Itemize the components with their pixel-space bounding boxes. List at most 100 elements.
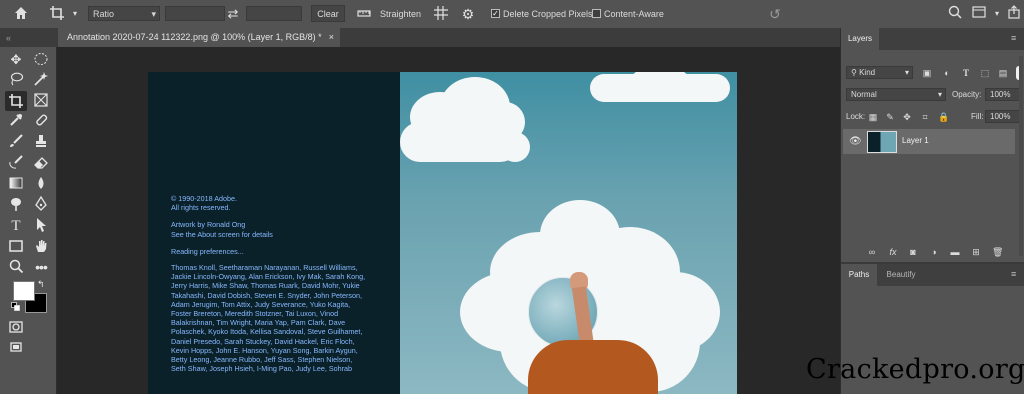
magic-wand-tool-icon[interactable] — [32, 71, 50, 89]
delete-cropped-checkbox[interactable]: ✓ — [491, 9, 500, 18]
splash-image: © 1990-2018 Adobe. All rights reserved. … — [148, 72, 737, 394]
move-tool-icon[interactable]: ✥ — [7, 51, 25, 69]
layer-row[interactable]: 👁 Layer 1 — [843, 129, 1015, 154]
options-bar: ▾ Ratio ▾ ⇄ Clear Straighten ⚙ ✓ Delete … — [0, 0, 1024, 29]
chevron-down-icon: ▾ — [904, 68, 909, 77]
credits-line: Takahashi, David Dobish, Steven E. Snyde… — [171, 290, 362, 300]
workspace-icon[interactable] — [970, 5, 988, 23]
filter-adjustment-icon[interactable]: ◐ — [942, 68, 952, 78]
layer-filter-select[interactable]: ⚲ Kind ▾ — [846, 66, 913, 79]
eyedropper-tool-icon[interactable] — [7, 112, 25, 130]
straighten-icon[interactable] — [355, 5, 373, 23]
dodge-tool-icon[interactable] — [7, 196, 25, 214]
type-tool-icon[interactable]: T — [7, 217, 25, 235]
screen-mode-icon[interactable] — [7, 339, 25, 357]
clone-stamp-tool-icon[interactable] — [32, 133, 50, 151]
lock-transparent-icon[interactable]: ▦ — [868, 112, 878, 122]
credits-line: Foster Brereton, Meredith Stotzner, Tai … — [171, 309, 339, 319]
reset-icon[interactable]: ↺ — [766, 5, 784, 23]
tab-paths[interactable]: Paths — [841, 264, 877, 286]
sweater-shape — [528, 340, 658, 394]
default-colors-icon[interactable] — [11, 302, 20, 311]
pen-tool-icon[interactable] — [32, 195, 50, 214]
share-icon[interactable] — [1005, 5, 1023, 23]
swap-colors-icon[interactable]: ↰ — [37, 279, 45, 290]
lock-position-icon[interactable]: ✥ — [902, 112, 912, 122]
lock-all-icon[interactable]: 🔒 — [938, 112, 949, 122]
straighten-label[interactable]: Straighten — [380, 8, 421, 20]
marquee-tool-icon[interactable] — [32, 51, 50, 69]
splash-artwork-photo — [400, 72, 737, 394]
filter-type-icon[interactable]: T — [961, 68, 971, 78]
filter-smart-object-icon[interactable]: ▤ — [998, 68, 1008, 78]
fill-input[interactable]: 100% — [985, 110, 1021, 123]
panel-menu-icon[interactable]: ≡ — [1011, 269, 1016, 279]
scrollbar[interactable] — [1019, 56, 1023, 256]
tab-layers[interactable]: Layers — [841, 28, 879, 50]
grid-overlay-icon[interactable] — [432, 5, 450, 23]
frame-tool-icon[interactable] — [32, 92, 50, 110]
artwork-text: Artwork by Ronald Ong — [171, 220, 246, 230]
blend-mode-select[interactable]: Normal ▾ — [846, 88, 946, 101]
layer-filter-label: Kind — [859, 68, 876, 77]
zoom-tool-icon[interactable] — [7, 258, 25, 276]
home-icon[interactable] — [12, 5, 30, 23]
brush-tool-icon[interactable] — [7, 133, 25, 151]
lock-image-icon[interactable]: ✎ — [885, 112, 895, 122]
opacity-input[interactable]: 100% — [985, 88, 1021, 101]
link-layers-icon[interactable]: ∞ — [867, 247, 877, 257]
fill-label: Fill: — [971, 112, 984, 121]
crop-tool-icon[interactable] — [48, 5, 66, 23]
ratio-width-field[interactable] — [165, 6, 225, 21]
credits-line: Betty Leong, Jeanne Rubbo, Jeff Sass, St… — [171, 355, 353, 365]
chevron-down-icon[interactable]: ▾ — [988, 5, 1006, 23]
panel-menu-icon[interactable]: ≡ — [1011, 33, 1016, 43]
healing-brush-tool-icon[interactable] — [32, 112, 50, 130]
content-aware-label: Content-Aware — [604, 9, 664, 19]
crop-tool-icon[interactable] — [5, 91, 27, 111]
tools-panel: ✥ T ••• ↰ — [0, 47, 57, 394]
new-group-icon[interactable]: ▬ — [950, 247, 960, 257]
copyright-text: © 1990-2018 Adobe. — [171, 194, 238, 203]
credits-list: Thomas Knoll, Seetharaman Narayanan, Rus… — [171, 263, 391, 373]
new-layer-icon[interactable]: ⊞ — [971, 247, 981, 257]
more-tools-icon[interactable]: ••• — [32, 258, 50, 276]
reading-preferences-text: Reading preferences... — [171, 246, 244, 256]
blur-tool-icon[interactable] — [32, 175, 50, 193]
collapse-toolbar-icon[interactable]: « — [6, 33, 11, 43]
cloud-shape — [500, 132, 530, 162]
eye-icon[interactable]: 👁 — [849, 136, 862, 147]
eraser-tool-icon[interactable] — [32, 154, 50, 172]
chevron-down-icon[interactable]: ▾ — [66, 5, 84, 23]
filter-pixel-icon[interactable]: ▣ — [922, 68, 932, 78]
ratio-height-field[interactable] — [246, 6, 302, 21]
delete-layer-icon[interactable]: 🗑 — [992, 247, 1003, 257]
quick-mask-icon[interactable] — [7, 319, 25, 337]
ratio-select[interactable]: Ratio ▾ — [88, 6, 160, 21]
credits-line: Thomas Knoll, Seetharaman Narayanan, Rus… — [171, 263, 358, 273]
splash-credits: © 1990-2018 Adobe. All rights reserved. … — [171, 194, 391, 373]
lasso-tool-icon[interactable] — [7, 71, 25, 89]
add-mask-icon[interactable]: ◙ — [908, 247, 918, 257]
fx-icon[interactable]: fx — [888, 247, 898, 257]
close-icon[interactable]: × — [329, 28, 334, 47]
content-aware-checkbox[interactable] — [592, 9, 601, 18]
path-selection-tool-icon[interactable] — [32, 217, 50, 235]
adjustment-layer-icon[interactable]: ◑ — [929, 247, 939, 257]
credits-line: Kevin Hopps, John E. Hanson, Yuyan Song,… — [171, 345, 358, 355]
hand-tool-icon[interactable] — [32, 238, 50, 256]
foreground-color-swatch[interactable] — [13, 281, 35, 301]
clear-button[interactable]: Clear — [311, 5, 345, 22]
search-icon[interactable] — [946, 5, 964, 23]
gradient-tool-icon[interactable] — [7, 175, 25, 193]
history-brush-tool-icon[interactable] — [7, 154, 25, 172]
filter-shape-icon[interactable]: ⬚ — [980, 68, 990, 78]
gear-icon[interactable]: ⚙ — [459, 5, 477, 23]
rectangle-tool-icon[interactable] — [7, 238, 25, 256]
tab-beautify[interactable]: Beautify — [879, 264, 923, 286]
layer-name: Layer 1 — [902, 136, 929, 145]
swap-icon[interactable]: ⇄ — [224, 5, 242, 23]
document-tab[interactable]: Annotation 2020-07-24 112322.png @ 100% … — [58, 28, 340, 47]
lock-artboard-icon[interactable]: ⌗ — [920, 112, 930, 122]
credits-line: Adam Jerugim, Tom Attix, Judy Severance,… — [171, 299, 351, 309]
